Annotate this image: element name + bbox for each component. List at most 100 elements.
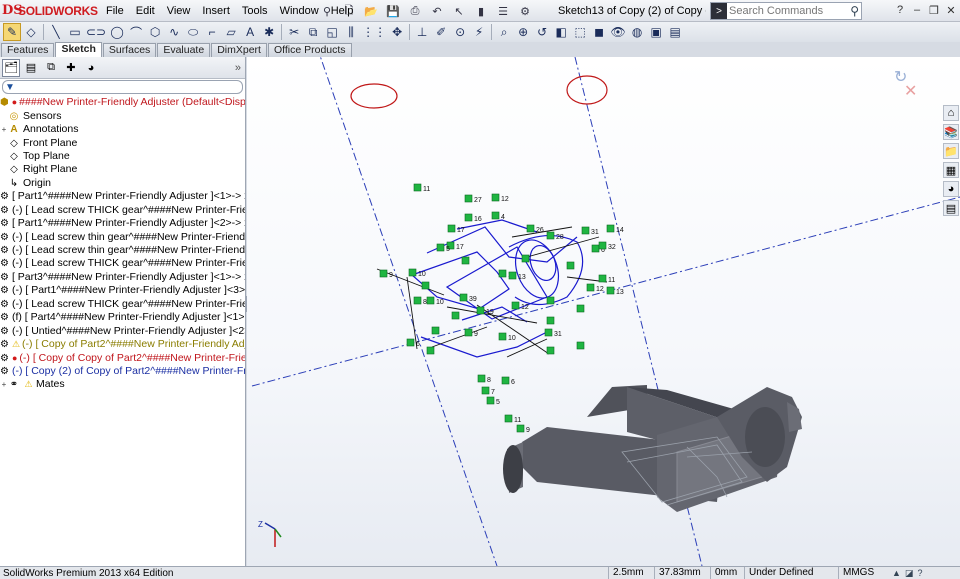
appearances-icon[interactable]: ◕	[943, 181, 959, 197]
trim-icon[interactable]: ✂	[285, 23, 303, 41]
hide-show-icon[interactable]: 👁	[609, 23, 627, 41]
dimxpert-manager-tab-icon[interactable]: ✚	[62, 59, 80, 77]
relation-marker-icon[interactable]	[521, 254, 530, 263]
view-palette-icon[interactable]: ▦	[943, 162, 959, 178]
relation-marker-icon[interactable]	[546, 346, 555, 355]
relation-marker-icon[interactable]	[501, 376, 510, 385]
relation-marker-icon[interactable]	[477, 374, 486, 383]
relation-marker-icon[interactable]	[546, 296, 555, 305]
undo-icon[interactable]: ↶	[428, 3, 446, 19]
menu-tools[interactable]: Tools	[236, 0, 274, 22]
tree-filter[interactable]: ▼	[2, 80, 243, 94]
tree-item[interactable]: ⚙[ Part3^####New Printer-Friendly Adjust…	[0, 271, 245, 284]
arc-icon[interactable]: ⌒	[127, 23, 145, 41]
configuration-manager-tab-icon[interactable]: ⧉	[42, 59, 60, 77]
relation-marker-icon[interactable]	[546, 316, 555, 325]
offset-icon[interactable]: ◱	[323, 23, 341, 41]
tree-item[interactable]: ⚙[ Part1^####New Printer-Friendly Adjust…	[0, 217, 245, 230]
relation-marker-icon[interactable]	[511, 301, 520, 310]
menu-view[interactable]: View	[161, 0, 197, 22]
tree-item[interactable]: ⚙[ Part1^####New Printer-Friendly Adjust…	[0, 190, 245, 203]
section-view-icon[interactable]: ◧	[552, 23, 570, 41]
restore-icon[interactable]: ❐	[927, 2, 941, 18]
menu-file[interactable]: File	[100, 0, 130, 22]
confirmation-corner[interactable]: ↻ ✕	[888, 65, 920, 100]
relation-marker-icon[interactable]	[426, 346, 435, 355]
scene-icon[interactable]: ▣	[647, 23, 665, 41]
tree-item[interactable]: ◇ Right Plane	[0, 163, 245, 176]
tree-item[interactable]: ⚙ (-) [ Lead screw THICK gear^####New Pri…	[0, 204, 245, 217]
relation-marker-icon[interactable]	[413, 183, 422, 192]
relation-marker-icon[interactable]	[436, 243, 445, 252]
open-folder-icon[interactable]: 📂	[362, 3, 380, 19]
new-document-icon[interactable]: 🗋	[340, 3, 358, 19]
tree-item[interactable]: ⚙ (-) [ Lead screw thin gear^####New Prin…	[0, 244, 245, 257]
file-properties-icon[interactable]: ☰	[494, 3, 512, 19]
tree-item[interactable]: ⚙ (-) [ Lead screw THICK gear^####New Pri…	[0, 257, 245, 270]
tree-item[interactable]: + ⚭ ⚠ Mates	[0, 378, 245, 391]
tab-dimxpert[interactable]: DimXpert	[211, 43, 267, 57]
relation-marker-icon[interactable]	[461, 256, 470, 265]
circle-icon[interactable]: ◯	[108, 23, 126, 41]
tree-item[interactable]: + A Annotations	[0, 123, 245, 136]
relation-marker-icon[interactable]	[516, 424, 525, 433]
save-icon[interactable]: 💾	[384, 3, 402, 19]
relation-marker-icon[interactable]	[459, 293, 468, 302]
tree-item[interactable]: ⚙ (-) [ Untied^####New Printer-Friendly A…	[0, 324, 245, 337]
relation-marker-icon[interactable]	[379, 269, 388, 278]
rectangle-icon[interactable]: ▭	[66, 23, 84, 41]
move-entities-icon[interactable]: ✥	[388, 23, 406, 41]
relation-marker-icon[interactable]	[606, 286, 615, 295]
tab-features[interactable]: Features	[1, 43, 55, 57]
tab-evaluate[interactable]: Evaluate	[157, 43, 211, 57]
relation-marker-icon[interactable]	[508, 271, 517, 280]
ellipse-icon[interactable]: ⬭	[184, 23, 202, 41]
unit-system[interactable]: MMGS	[838, 566, 888, 579]
expand-icon[interactable]: +	[0, 123, 8, 136]
search-commands[interactable]: > Search Commands ⚲	[710, 2, 862, 20]
display-relations-icon[interactable]: ⊥	[413, 23, 431, 41]
quick-tips-icon[interactable]: ?	[917, 568, 922, 579]
smart-dimension-icon[interactable]: ◇	[22, 23, 40, 41]
app-logo[interactable]: DS SOLIDWORKS	[2, 2, 98, 20]
fillet-icon[interactable]: ⌐	[203, 23, 221, 41]
relation-marker-icon[interactable]	[581, 226, 590, 235]
tree-root[interactable]: ⬢ ● ####New Printer-Friendly Adjuster (D…	[0, 96, 245, 109]
expand-icon[interactable]: +	[0, 378, 8, 391]
zoom-area-icon[interactable]: ⊕	[514, 23, 532, 41]
solidworks-resources-icon[interactable]: ⌂	[943, 105, 959, 121]
tree-item[interactable]: ◎ Sensors	[0, 109, 245, 122]
relation-marker-icon[interactable]	[586, 283, 595, 292]
relation-marker-icon[interactable]	[526, 224, 535, 233]
property-manager-tab-icon[interactable]: ▤	[22, 59, 40, 77]
tree-item[interactable]: ⚙ ⚠ (-) [ Copy of Part2^####New Printer-Fr…	[0, 338, 245, 351]
relation-marker-icon[interactable]	[421, 281, 430, 290]
relation-marker-icon[interactable]	[491, 193, 500, 202]
model-canvas[interactable]: 1127121641726283114632175910113121113810…	[247, 57, 960, 566]
relation-marker-icon[interactable]	[498, 332, 507, 341]
rebuild-status-icon[interactable]: ◪	[905, 568, 914, 579]
menu-edit[interactable]: Edit	[130, 0, 161, 22]
feature-manager-tab-icon[interactable]: 🗂	[2, 58, 20, 77]
relation-marker-icon[interactable]	[576, 304, 585, 313]
appearance-icon[interactable]: ◍	[628, 23, 646, 41]
tree-item[interactable]: ⚙ (-) [ Lead screw thin gear^####New Prin…	[0, 230, 245, 243]
tab-sketch[interactable]: Sketch	[55, 42, 102, 57]
text-icon[interactable]: A	[241, 23, 259, 41]
file-explorer-icon[interactable]: 📁	[943, 143, 959, 159]
relation-marker-icon[interactable]	[464, 328, 473, 337]
relation-marker-icon[interactable]	[491, 211, 500, 220]
linear-pattern-icon[interactable]: ⋮⋮	[361, 23, 387, 41]
rapid-sketch-icon[interactable]: ⚡	[470, 23, 488, 41]
relation-marker-icon[interactable]	[426, 296, 435, 305]
relation-marker-icon[interactable]	[498, 269, 507, 278]
graphics-area[interactable]: 1127121641726283114632175910113121113810…	[247, 57, 960, 566]
slot-icon[interactable]: ⊂⊃	[85, 23, 107, 41]
tree-item[interactable]: ↳ Origin	[0, 177, 245, 190]
relation-marker-icon[interactable]	[464, 194, 473, 203]
point-icon[interactable]: ✱	[260, 23, 278, 41]
expand-chevron-icon[interactable]: »	[235, 62, 241, 74]
sketch-mode-icon[interactable]: ✎	[3, 23, 21, 41]
relation-marker-icon[interactable]	[598, 274, 607, 283]
tree-item[interactable]: ⚙ (f) [ Part4^####New Printer-Friendly Ad…	[0, 311, 245, 324]
